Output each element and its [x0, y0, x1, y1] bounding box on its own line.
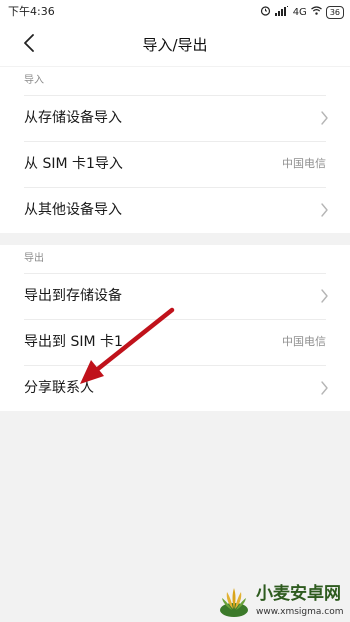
row-label: 导出到存储设备	[24, 288, 122, 304]
watermark-logo: 小麦安卓网 www.xmsigma.com	[214, 582, 350, 622]
page-title: 导入/导出	[142, 36, 208, 54]
battery-level: 36	[329, 7, 340, 17]
carrier-value: 中国电信	[282, 335, 326, 348]
status-time: 下午4:36	[8, 5, 55, 18]
divider	[24, 95, 326, 96]
row-label: 从其他设备导入	[24, 202, 122, 218]
import-section-title: 导入	[24, 75, 44, 86]
signal-icon	[274, 5, 289, 19]
import-from-sim-row[interactable]: 从 SIM 卡1导入 中国电信	[0, 141, 350, 187]
divider	[24, 273, 326, 274]
share-contacts-row[interactable]: 分享联系人	[0, 365, 350, 411]
row-label: 从存储设备导入	[24, 110, 122, 126]
watermark-site: www.xmsigma.com	[256, 607, 344, 617]
chevron-right-icon	[318, 110, 330, 126]
wheat-logo-icon	[220, 588, 248, 617]
back-button[interactable]	[16, 32, 42, 58]
status-bar: 下午4:36 4G 36	[0, 0, 350, 24]
watermark-brand: 小麦安卓网	[256, 584, 341, 604]
export-section-title: 导出	[24, 253, 44, 264]
battery-icon: 36	[325, 5, 344, 19]
export-to-sim-row[interactable]: 导出到 SIM 卡1 中国电信	[0, 319, 350, 365]
row-label: 分享联系人	[24, 380, 94, 396]
row-label: 导出到 SIM 卡1	[24, 334, 123, 350]
network-type: 4G	[292, 6, 307, 18]
divider	[24, 141, 326, 142]
export-section-header: 导出	[0, 245, 350, 273]
header: 导入/导出	[0, 24, 350, 66]
row-label: 从 SIM 卡1导入	[24, 156, 123, 172]
alarm-icon	[260, 5, 271, 19]
status-icons: 4G 36	[260, 3, 344, 21]
export-to-storage-row[interactable]: 导出到存储设备	[0, 273, 350, 319]
chevron-right-icon	[318, 202, 330, 218]
divider	[24, 187, 326, 188]
chevron-left-icon	[23, 34, 35, 56]
wifi-icon	[310, 5, 322, 19]
chevron-right-icon	[318, 380, 330, 396]
chevron-right-icon	[318, 288, 330, 304]
import-section-header: 导入	[0, 67, 350, 95]
divider	[24, 365, 326, 366]
import-from-storage-row[interactable]: 从存储设备导入	[0, 95, 350, 141]
carrier-value: 中国电信	[282, 157, 326, 170]
import-from-other-device-row[interactable]: 从其他设备导入	[0, 187, 350, 233]
divider	[24, 319, 326, 320]
